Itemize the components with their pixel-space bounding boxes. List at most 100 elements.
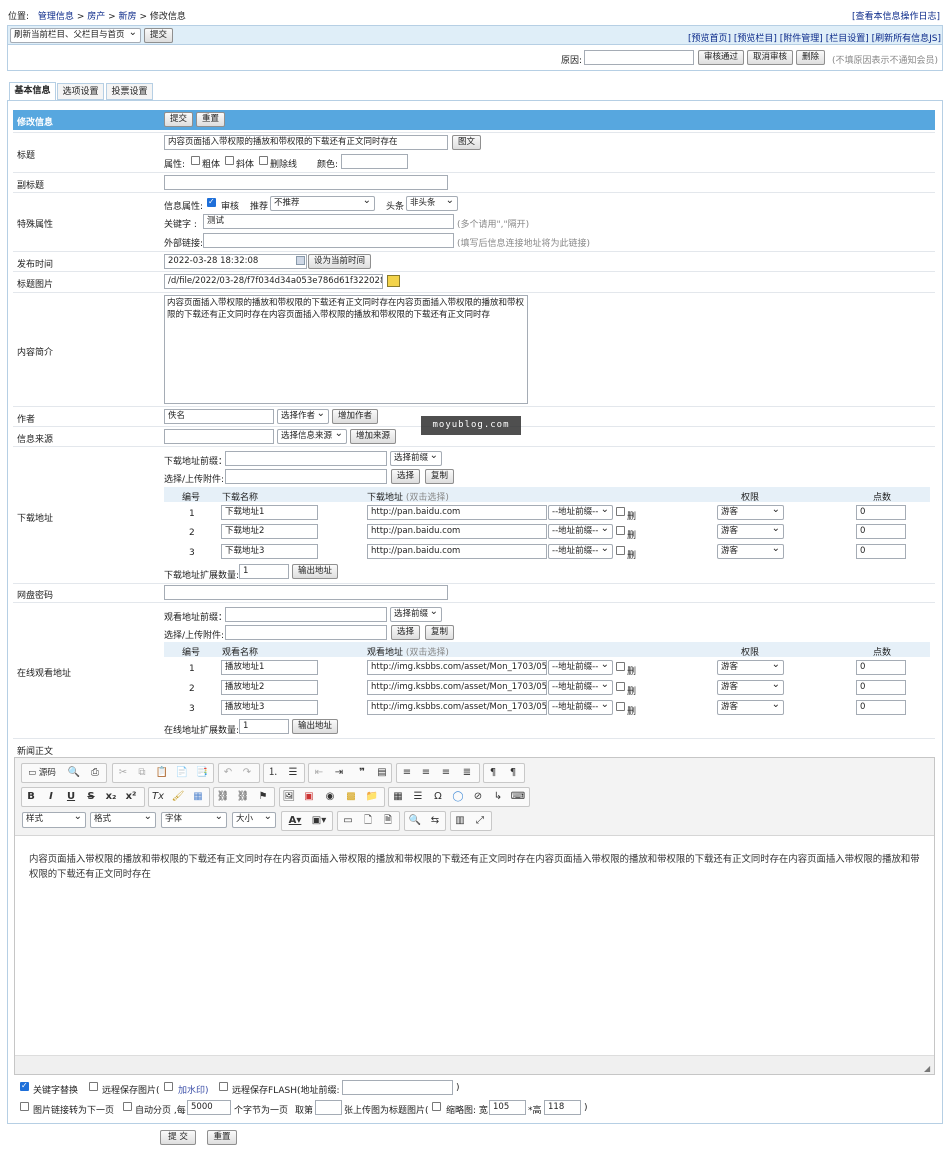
online-points-input[interactable]: 0 (856, 700, 906, 715)
media-icon[interactable]: ◉ (322, 789, 338, 805)
emoticon-icon[interactable]: ◯ (450, 789, 466, 805)
format-painter-icon[interactable]: 🖌 (170, 789, 186, 805)
redo-icon[interactable]: ↷ (239, 765, 255, 781)
refresh-select[interactable]: 刷新当前栏目、父栏目与首页 (10, 28, 141, 43)
div-container-icon[interactable]: ▤ (374, 765, 390, 781)
online-perm-select[interactable]: 游客 (717, 660, 784, 675)
source-button[interactable]: ▭ 源码 (23, 765, 61, 781)
resize-handle-icon[interactable]: ◢ (924, 1064, 930, 1073)
numbered-list-icon[interactable]: ⒈ (265, 765, 281, 781)
download-url-prefix-select[interactable]: --地址前缀-- (548, 524, 613, 539)
online-choose-button[interactable]: 选择 (391, 625, 421, 640)
download-url-input[interactable]: http://pan.baidu.com (367, 544, 547, 559)
thumbnail-height-input[interactable]: 118 (544, 1100, 581, 1115)
online-output-button[interactable]: 输出地址 (292, 719, 339, 734)
cancel-audit-button[interactable]: 取消审核 (747, 50, 794, 65)
find-icon[interactable]: 🔍 (407, 813, 423, 829)
online-prefix-input[interactable] (225, 607, 387, 622)
strikethrough-icon[interactable]: S (83, 789, 99, 805)
print-icon[interactable]: ⎙ (87, 765, 103, 781)
online-name-input[interactable]: 播放地址1 (221, 660, 318, 675)
show-blocks-icon[interactable]: ▥ (452, 813, 468, 829)
delete-button[interactable]: 删除 (796, 50, 826, 65)
download-delete-checkbox[interactable] (616, 526, 625, 535)
thumbnail-checkbox[interactable] (432, 1102, 441, 1111)
online-name-input[interactable]: 播放地址2 (221, 680, 318, 695)
online-points-input[interactable]: 0 (856, 680, 906, 695)
download-points-input[interactable]: 0 (856, 505, 906, 520)
fullscreen-icon[interactable]: ⤢ (472, 813, 488, 829)
select-image-icon[interactable] (387, 275, 400, 287)
breadcrumb-link-house[interactable]: 房产 (87, 12, 105, 22)
online-url-input[interactable]: http://img.ksbbs.com/asset/Mon_1703/05ca… (367, 660, 547, 675)
anchor-flag-icon[interactable]: ⚑ (255, 789, 271, 805)
title-input[interactable]: 内容页面插入带权限的播放和带权限的下载还有正文同时存在 (164, 135, 448, 150)
font-dropdown[interactable]: 字体 (161, 812, 227, 828)
maximize-doc-icon[interactable]: ▭ (340, 813, 356, 829)
online-ext-input[interactable]: 1 (239, 719, 289, 734)
author-select[interactable]: 选择作者 (277, 409, 329, 424)
page-chars-input[interactable]: 5000 (187, 1100, 231, 1115)
download-points-input[interactable]: 0 (856, 544, 906, 559)
link-icon[interactable]: ⛓ (215, 789, 231, 805)
remote-flash-prefix-input[interactable] (342, 1080, 453, 1095)
video-icon[interactable]: ▩ (343, 789, 359, 805)
publish-time-input[interactable]: 2022-03-28 18:32:08 (164, 254, 307, 269)
preview-icon[interactable]: 🔍 (66, 765, 82, 781)
online-points-input[interactable]: 0 (856, 660, 906, 675)
bg-color-icon[interactable]: ▣▾ (308, 813, 330, 829)
italic-icon[interactable]: I (43, 789, 59, 805)
external-link-input[interactable] (203, 233, 454, 248)
download-delete-checkbox[interactable] (616, 507, 625, 516)
pic-next-page-checkbox[interactable] (20, 1102, 29, 1111)
superscript-icon[interactable]: x² (123, 789, 139, 805)
page-break-icon[interactable]: ↳ (490, 789, 506, 805)
download-upload-input[interactable] (225, 469, 387, 484)
iframe-icon[interactable]: ⊘ (470, 789, 486, 805)
take-nth-input[interactable] (315, 1100, 342, 1115)
bold-checkbox[interactable] (191, 156, 200, 165)
download-delete-checkbox[interactable] (616, 546, 625, 555)
download-points-input[interactable]: 0 (856, 524, 906, 539)
download-url-input[interactable]: http://pan.baidu.com (367, 524, 547, 539)
download-prefix-select[interactable]: 选择前缀 (390, 451, 442, 466)
download-output-button[interactable]: 输出地址 (292, 564, 339, 579)
audit-checkbox[interactable] (207, 197, 216, 207)
tab-options[interactable]: 选项设置 (57, 83, 104, 100)
preview-column-link[interactable]: [预览栏目] (734, 34, 777, 44)
copy-format-icon[interactable]: ▦ (190, 789, 206, 805)
bulleted-list-icon[interactable]: ☰ (285, 765, 301, 781)
download-name-input[interactable]: 下载地址2 (221, 524, 318, 539)
preview-home-link[interactable]: [预览首页] (688, 34, 731, 44)
online-url-prefix-select[interactable]: --地址前缀-- (548, 700, 613, 715)
header-submit-button[interactable]: 提交 (164, 112, 194, 127)
copy-icon[interactable]: ⧉ (134, 765, 150, 781)
paste-icon[interactable]: 📋 (154, 765, 170, 781)
indent-icon[interactable]: ⇥ (331, 765, 347, 781)
keyword-input[interactable]: 测试 (203, 214, 454, 229)
blockquote-icon[interactable]: ❞ (354, 765, 370, 781)
size-dropdown[interactable]: 大小 (232, 812, 276, 828)
attachment-manage-link[interactable]: [附件管理] (780, 34, 823, 44)
color-input[interactable] (341, 154, 408, 169)
online-url-input[interactable]: http://img.ksbbs.com/asset/Mon_1703/05ca… (367, 700, 547, 715)
cut-icon[interactable]: ✂ (115, 765, 131, 781)
reason-input[interactable] (584, 50, 694, 65)
download-name-input[interactable]: 下载地址1 (221, 505, 318, 520)
align-left-icon[interactable]: ≡ (399, 765, 415, 781)
italic-checkbox[interactable] (225, 156, 234, 165)
insert-code-icon[interactable]: ⌨ (510, 789, 526, 805)
strike-checkbox[interactable] (259, 156, 268, 165)
online-url-prefix-select[interactable]: --地址前缀-- (548, 680, 613, 695)
source-input[interactable] (164, 429, 274, 444)
remote-flash-checkbox[interactable] (219, 1082, 228, 1091)
template-icon[interactable]: 🗎 (380, 813, 396, 829)
set-current-time-button[interactable]: 设为当前时间 (308, 254, 372, 269)
underline-icon[interactable]: U (63, 789, 79, 805)
download-url-prefix-select[interactable]: --地址前缀-- (548, 544, 613, 559)
online-perm-select[interactable]: 游客 (717, 680, 784, 695)
download-url-input[interactable]: http://pan.baidu.com (367, 505, 547, 520)
download-choose-button[interactable]: 选择 (391, 469, 421, 484)
online-copy-button[interactable]: 复制 (425, 625, 455, 640)
image-icon[interactable]: 🖼 (281, 789, 297, 805)
